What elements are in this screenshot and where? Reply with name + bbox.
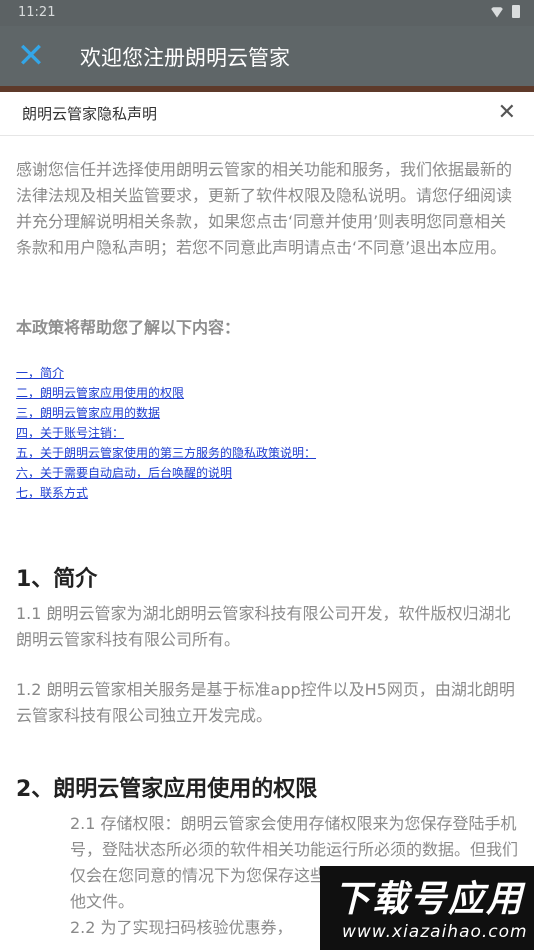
section1-heading: 1、简介 — [16, 567, 98, 592]
toc-link-4[interactable]: 四，关于账号注销： — [16, 423, 316, 443]
privacy-content[interactable]: 感谢您信任并选择使用朗明云管家的相关功能和服务，我们依据最新的法律法规及相关监管… — [0, 137, 534, 950]
toc-link-2[interactable]: 二，朗明云管家应用使用的权限 — [16, 383, 316, 403]
status-icons — [490, 5, 520, 18]
dialog-close-icon[interactable]: ✕ — [498, 100, 516, 125]
watermark-logo: 下载号应用 www.xiazaihao.com — [320, 866, 534, 950]
section1-para1: 1.1 朗明云管家为湖北朗明云管家科技有限公司开发，软件版权归湖北朗明云管家科技… — [16, 604, 511, 649]
dialog-header: 朗明云管家隐私声明 ✕ — [0, 92, 534, 136]
toc-heading: 本政策将帮助您了解以下内容： — [16, 318, 241, 337]
section2-heading: 2、朗明云管家应用使用的权限 — [16, 777, 318, 802]
status-bar: 11:21 — [0, 0, 534, 26]
close-icon[interactable]: ✕ — [14, 39, 48, 73]
dialog-title: 朗明云管家隐私声明 — [22, 105, 158, 123]
toc-link-1[interactable]: 一，简介 — [16, 363, 316, 383]
app-bar-title: 欢迎您注册朗明云管家 — [80, 46, 290, 70]
section1-para2: 1.2 朗明云管家相关服务是基于标准app控件以及H5网页，由湖北朗明云管家科技… — [16, 680, 515, 725]
wifi-icon — [490, 7, 504, 18]
toc-link-7[interactable]: 七，联系方式 — [16, 483, 316, 503]
toc-link-3[interactable]: 三，朗明云管家应用的数据 — [16, 403, 316, 423]
app-bar: ✕ 欢迎您注册朗明云管家 — [0, 26, 534, 86]
toc-link-5[interactable]: 五，关于朗明云管家使用的第三方服务的隐私政策说明： — [16, 443, 316, 463]
intro-text: 感谢您信任并选择使用朗明云管家的相关功能和服务，我们依据最新的法律法规及相关监管… — [16, 160, 513, 257]
watermark-url: www.xiazaihao.com — [342, 922, 528, 942]
battery-icon — [512, 5, 520, 18]
table-of-contents: 一，简介 二，朗明云管家应用使用的权限 三，朗明云管家应用的数据 四，关于账号注… — [16, 363, 316, 503]
toc-link-6[interactable]: 六，关于需要自动启动，后台唤醒的说明 — [16, 463, 316, 483]
watermark-title: 下载号应用 — [334, 879, 525, 920]
status-time: 11:21 — [18, 5, 56, 20]
